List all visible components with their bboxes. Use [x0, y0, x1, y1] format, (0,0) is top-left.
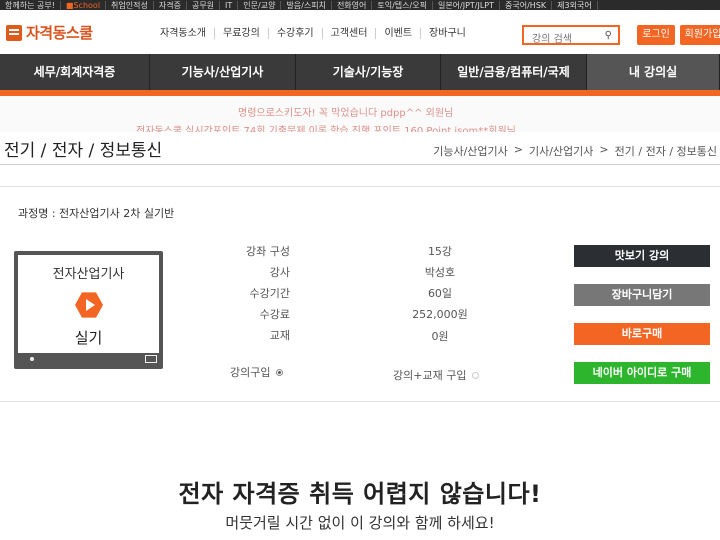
label-textbook: 교재	[269, 329, 290, 342]
topbar-item[interactable]: 자격증	[154, 0, 187, 10]
chevron-right-icon: >	[599, 143, 609, 156]
login-button[interactable]: 로그인	[637, 25, 675, 45]
buy-now-button[interactable]: 바로구매	[574, 323, 710, 345]
course-panel: 과정명 : 전자산업기사 2차 실기반 전자산업기사 실기 강좌 구성 15강 …	[0, 186, 720, 402]
option-lecture-textbook[interactable]: 강의+교재 구입	[393, 367, 480, 383]
topbar-item[interactable]: ■School	[61, 0, 107, 10]
nav-technician[interactable]: 기능사/산업기사	[150, 54, 296, 90]
topbar-item[interactable]: 인문/교양	[238, 0, 282, 10]
course-thumbnail[interactable]: 전자산업기사 실기	[14, 251, 163, 369]
search-box: ⚲	[522, 25, 620, 48]
radio-selected-icon[interactable]	[276, 368, 284, 376]
topbar-item[interactable]: 전화영어	[332, 0, 373, 10]
search-icon[interactable]: ⚲	[605, 30, 612, 41]
logo-text: 자격동스쿨	[26, 24, 93, 42]
thumbnail-title: 전자산업기사	[52, 267, 125, 282]
value-instructor: 박성호	[424, 266, 456, 279]
topbar-item[interactable]: 취업인적성	[106, 0, 154, 10]
site-header: 자격동스쿨 자격동소개 무료강의 수강후기 고객센터 이벤트 장바구니 ⚲ 로그…	[0, 10, 720, 55]
logo-icon	[6, 24, 22, 41]
ticker-line: 전자동스쿨 실시간포인트 74회 기출문제 이론 학습 진행 포인트 160 P…	[136, 126, 516, 132]
thumbnail-screen: 전자산업기사 실기	[18, 255, 159, 353]
topbar-item[interactable]: IT	[220, 0, 239, 10]
breadcrumb-item[interactable]: 기능사/산업기사	[430, 143, 511, 159]
main-nav: 세무/회계자격증 기능사/산업기사 기술사/기능장 일반/금융/컴퓨터/국제 내…	[0, 54, 720, 96]
option-lecture-only[interactable]: 강의구입	[230, 364, 284, 380]
join-button[interactable]: 회원가입	[680, 25, 720, 45]
search-input[interactable]	[524, 31, 604, 48]
label-composition: 강좌 구성	[246, 245, 290, 258]
chevron-right-icon: >	[513, 143, 523, 156]
option-label: 강의구입	[230, 366, 271, 379]
value-fee: 252,000원	[412, 308, 468, 321]
value-period: 60일	[427, 287, 453, 300]
thumbnail-label: 실기	[74, 329, 103, 347]
course-name: 과정명 : 전자산업기사 2차 실기반	[18, 207, 175, 220]
utility-nav: 자격동소개 무료강의 수강후기 고객센터 이벤트 장바구니	[152, 28, 474, 39]
value-composition: 15강	[427, 245, 453, 258]
nav-master-craftsman[interactable]: 기술사/기능장	[296, 54, 441, 90]
breadcrumb: 기능사/산업기사 > 기사/산업기사 > 전기 / 전자 / 정보통신	[430, 143, 720, 159]
label-instructor: 강사	[269, 266, 290, 279]
ticker-line: 명령으로스키도자! 꼭 막었습니다 pdpp^^ 외원님	[238, 108, 454, 119]
nav-events[interactable]: 이벤트	[376, 28, 422, 39]
label-period: 수강기간	[249, 287, 290, 300]
progress-dot-icon	[30, 357, 34, 361]
promo-subtext: 머뭇거릴 시간 없이 이 강의와 함께 하세요!	[225, 514, 495, 532]
nav-cart[interactable]: 장바구니	[421, 28, 474, 39]
topbar-item[interactable]: 제3외국어	[552, 0, 598, 10]
page-header: 전기 / 전자 / 정보통신 기능사/산업기사 > 기사/산업기사 > 전기 / 전…	[0, 132, 720, 165]
topbar-item[interactable]: 공무원	[187, 0, 221, 10]
naver-pay-button[interactable]: 네이버 아이디로 구매	[574, 362, 710, 384]
nav-about[interactable]: 자격동소개	[152, 28, 215, 39]
value-textbook: 0원	[431, 330, 449, 343]
nav-customer-center[interactable]: 고객센터	[323, 28, 377, 39]
nav-reviews[interactable]: 수강후기	[269, 28, 323, 39]
topbar-item[interactable]: 일본어/JPT/JLPT	[433, 0, 501, 10]
play-icon[interactable]	[75, 292, 103, 318]
preview-lecture-button[interactable]: 맛보기 강의	[574, 245, 710, 267]
breadcrumb-item[interactable]: 기사/산업기사	[526, 143, 596, 159]
topbar-item[interactable]: 토익/텝스/오픽	[372, 0, 433, 10]
fullscreen-icon[interactable]	[145, 355, 157, 363]
topbar-item[interactable]: 함께하는 공부!	[0, 0, 61, 10]
topbar-item[interactable]: 발음/스피치	[281, 0, 332, 10]
label-fee: 수강료	[259, 308, 290, 321]
option-label: 강의+교재 구입	[393, 369, 467, 382]
nav-my-classroom[interactable]: 내 강의실	[587, 54, 720, 90]
radio-unselected-icon[interactable]	[472, 371, 480, 379]
page-title: 전기 / 전자 / 정보통신	[4, 141, 163, 161]
nav-tax-accounting[interactable]: 세무/회계자격증	[0, 54, 150, 90]
notice-ticker: 명령으로스키도자! 꼭 막었습니다 pdpp^^ 외원님 전자동스쿨 실시간포인…	[0, 96, 720, 132]
add-to-cart-button[interactable]: 장바구니담기	[574, 284, 710, 306]
nav-free-lectures[interactable]: 무료강의	[215, 28, 269, 39]
site-logo[interactable]: 자격동스쿨	[6, 22, 93, 43]
topbar-item[interactable]: 중국어/HSK	[500, 0, 553, 10]
breadcrumb-item[interactable]: 전기 / 전자 / 정보통신	[612, 143, 720, 159]
nav-general-finance[interactable]: 일반/금융/컴퓨터/국제	[441, 54, 587, 90]
top-utility-bar: 함께하는 공부! ■School 취업인적성 자격증 공무원 IT 인문/교양 …	[0, 0, 720, 10]
promo-headline: 전자 자격증 취득 어렵지 않습니다!	[178, 480, 542, 508]
